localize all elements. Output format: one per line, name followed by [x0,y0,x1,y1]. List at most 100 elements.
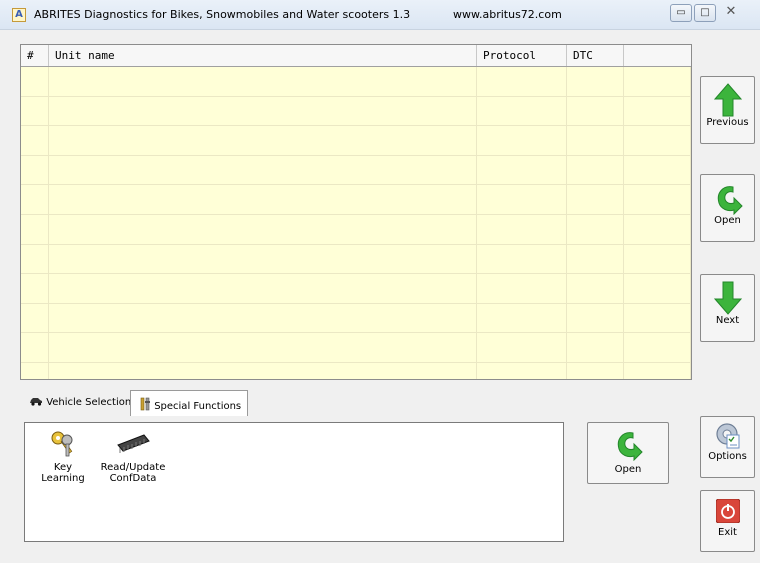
table-cell [21,244,49,274]
table-row[interactable] [21,155,691,186]
table-cell [49,274,477,303]
table-cell [567,214,624,244]
table-row[interactable] [21,214,691,245]
function-read-update-label-line1: Read/Update [100,462,166,473]
window-title: ABRITES Diagnostics for Bikes, Snowmobil… [34,8,411,21]
table-row[interactable] [21,274,691,304]
table-cell [624,155,691,185]
table-cell [49,185,477,214]
table-row[interactable] [21,333,691,363]
table-cell [624,126,691,155]
exit-button[interactable]: Exit [700,490,755,552]
table-cell [477,96,567,126]
table-cell [477,362,567,379]
minimize-button[interactable]: ▭ [670,4,692,22]
table-cell [477,126,567,155]
table-cell [567,155,624,185]
tab-special-functions[interactable]: Special Functions [130,390,248,416]
table-cell [21,303,49,333]
table-cell [21,333,49,362]
table-cell [477,155,567,185]
maximize-button[interactable]: □ [694,4,716,22]
table-cell [49,244,477,274]
table-cell [21,126,49,155]
function-read-update-label-line2: ConfData [109,473,157,484]
table-row[interactable] [21,67,691,97]
options-button[interactable]: Options [700,416,755,478]
gear-icon [715,423,739,449]
tab-vehicle-selection[interactable]: Vehicle Selection [20,390,132,414]
table-cell [567,303,624,333]
table-cell [624,185,691,214]
table-cell [21,274,49,303]
column-header-number[interactable]: # [21,45,49,66]
special-functions-panel: Key Learning Read/Update ConfData [24,422,564,542]
table-cell [477,214,567,244]
chip-icon [117,434,150,453]
table-cell [49,303,477,333]
car-icon [30,398,42,406]
table-cell [477,333,567,362]
table-cell [624,214,691,244]
column-header-protocol[interactable]: Protocol [477,45,567,66]
table-cell [624,362,691,379]
open-function-label: Open [614,464,642,475]
options-label: Options [708,451,747,462]
function-read-update-confdata[interactable]: Read/Update ConfData [99,429,167,484]
table-cell [624,67,691,96]
table-cell [21,362,49,379]
close-button[interactable]: ✕ [720,4,742,22]
table-cell [567,67,624,96]
grid-body [21,67,691,379]
grid-header: # Unit name Protocol DTC [21,45,691,67]
table-cell [49,214,477,244]
table-cell [477,274,567,303]
power-icon [715,499,740,523]
table-cell [21,155,49,185]
table-cell [49,155,477,185]
table-row[interactable] [21,126,691,156]
table-cell [567,96,624,126]
table-cell [624,333,691,362]
open-side-button[interactable]: Open [700,174,755,242]
tools-icon [140,397,150,411]
tab-vehicle-selection-label: Vehicle Selection [46,397,132,408]
function-key-learning[interactable]: Key Learning [31,429,95,484]
exit-label: Exit [718,527,737,538]
table-row[interactable] [21,362,691,379]
table-cell [49,96,477,126]
next-button[interactable]: Next [700,274,755,342]
app-logo-icon: A [12,8,26,22]
window-url: www.abritus72.com [453,8,562,21]
column-header-extra [624,45,691,66]
next-label: Next [715,315,740,326]
table-row[interactable] [21,303,691,334]
table-row[interactable] [21,244,691,275]
tab-special-functions-label: Special Functions [154,401,242,412]
table-cell [567,274,624,303]
table-cell [477,303,567,333]
table-cell [567,126,624,155]
previous-label: Previous [706,117,749,128]
table-cell [21,67,49,96]
table-cell [21,96,49,126]
table-cell [567,333,624,362]
table-cell [49,67,477,96]
table-cell [21,185,49,214]
unit-grid[interactable]: # Unit name Protocol DTC [20,44,692,380]
table-row[interactable] [21,185,691,215]
table-cell [21,214,49,244]
open-function-button[interactable]: Open [587,422,669,484]
table-cell [624,303,691,333]
table-cell [477,185,567,214]
column-header-unit-name[interactable]: Unit name [49,45,477,66]
column-header-dtc[interactable]: DTC [567,45,624,66]
arrow-down-icon [713,281,742,315]
table-row[interactable] [21,96,691,127]
table-cell [477,67,567,96]
table-cell [567,185,624,214]
previous-button[interactable]: Previous [700,76,755,144]
title-bar: A ABRITES Diagnostics for Bikes, Snowmob… [0,0,760,30]
keys-icon [51,431,73,457]
table-cell [49,362,477,379]
